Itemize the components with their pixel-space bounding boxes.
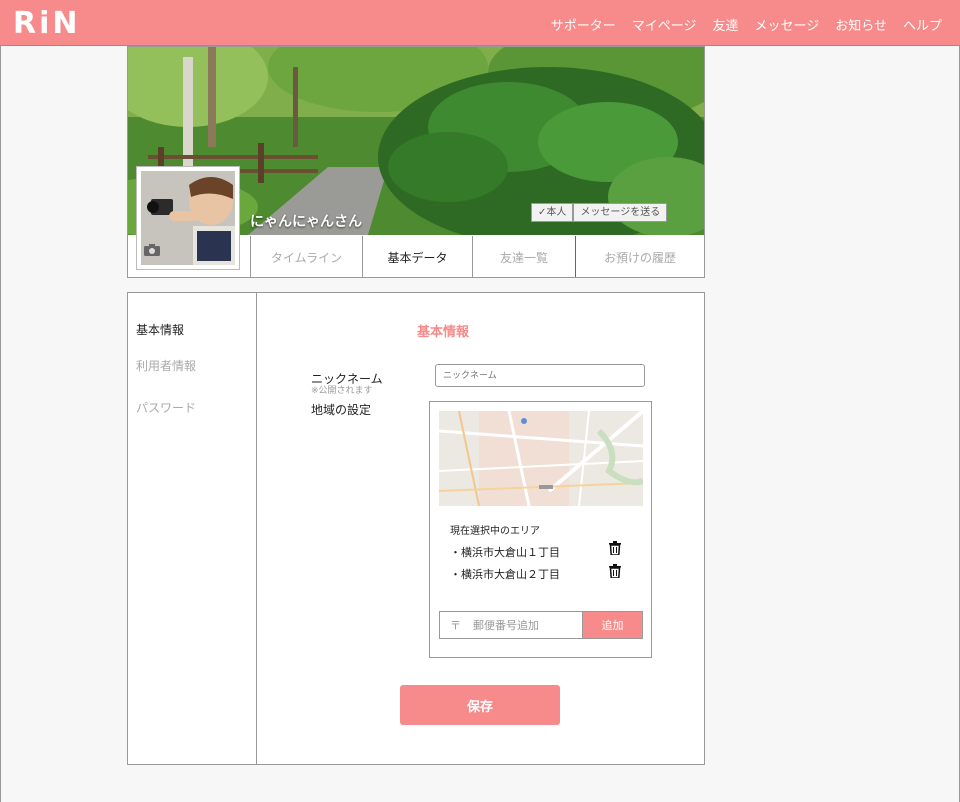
area-item: ・横浜市大倉山１丁目 (450, 546, 560, 559)
tab-deposit-history[interactable]: お預けの履歴 (575, 236, 704, 277)
save-button[interactable]: 保存 (400, 685, 560, 725)
settings-panel: 基本情報 利用者情報 パスワード 基本情報 ニックネーム ※公開されます 地域の… (127, 292, 705, 765)
region-box: 現在選択中のエリア ・横浜市大倉山１丁目 ・横浜市大倉山２丁目 〒 郵便番号追加… (429, 401, 652, 658)
sidebar-item-basic-info[interactable]: 基本情報 (136, 321, 184, 338)
form-title: 基本情報 (417, 325, 470, 340)
region-label: 地域の設定 (311, 403, 372, 417)
send-message-button[interactable]: メッセージを送る (573, 203, 668, 222)
nav-supporter[interactable]: サポーター (551, 15, 616, 34)
area-item: ・横浜市大倉山２丁目 (450, 568, 560, 581)
app-logo[interactable]: RiN (13, 6, 81, 41)
sidebar-item-password[interactable]: パスワード (136, 399, 196, 416)
nav-help[interactable]: ヘルプ (903, 15, 942, 34)
profile-cover: にゃんにゃんさん ✓本人 メッセージを送る タイムライン 基本データ 友達一覧 … (127, 46, 705, 278)
tab-timeline[interactable]: タイムライン (250, 236, 362, 277)
cover-actions: ✓本人 メッセージを送る (531, 203, 668, 222)
camera-icon[interactable] (144, 244, 160, 256)
tab-basic-data[interactable]: 基本データ (362, 236, 472, 277)
zip-input[interactable]: 〒 郵便番号追加 (439, 611, 583, 639)
zip-placeholder: 郵便番号追加 (473, 619, 539, 632)
settings-sidebar: 基本情報 利用者情報 パスワード (128, 293, 257, 764)
nav-messages[interactable]: メッセージ (754, 15, 819, 34)
zip-row: 〒 郵便番号追加 追加 (439, 611, 643, 639)
nav-notifications[interactable]: お知らせ (835, 15, 887, 34)
nav-mypage[interactable]: マイページ (632, 15, 697, 34)
nickname-input[interactable] (435, 364, 645, 387)
postal-mark-icon: 〒 (450, 619, 461, 632)
trash-icon[interactable] (609, 541, 621, 555)
main-nav: サポーター マイページ 友達 メッセージ お知らせ ヘルプ (535, 15, 942, 34)
add-zip-button[interactable]: 追加 (583, 611, 643, 639)
sidebar-item-user-info[interactable]: 利用者情報 (136, 357, 196, 374)
self-badge: ✓本人 (531, 203, 574, 222)
profile-username: にゃんにゃんさん (250, 214, 362, 230)
nickname-note: ※公開されます (311, 386, 373, 396)
trash-icon[interactable] (609, 564, 621, 578)
nav-friends[interactable]: 友達 (712, 15, 738, 34)
top-header: RiN サポーター マイページ 友達 メッセージ お知らせ ヘルプ (0, 0, 960, 46)
current-area-heading: 現在選択中のエリア (450, 526, 540, 537)
tab-friends-list[interactable]: 友達一覧 (472, 236, 575, 277)
area-map[interactable] (439, 411, 643, 506)
profile-tabs: タイムライン 基本データ 友達一覧 お預けの履歴 (250, 236, 704, 277)
page-border-left (0, 46, 1, 802)
